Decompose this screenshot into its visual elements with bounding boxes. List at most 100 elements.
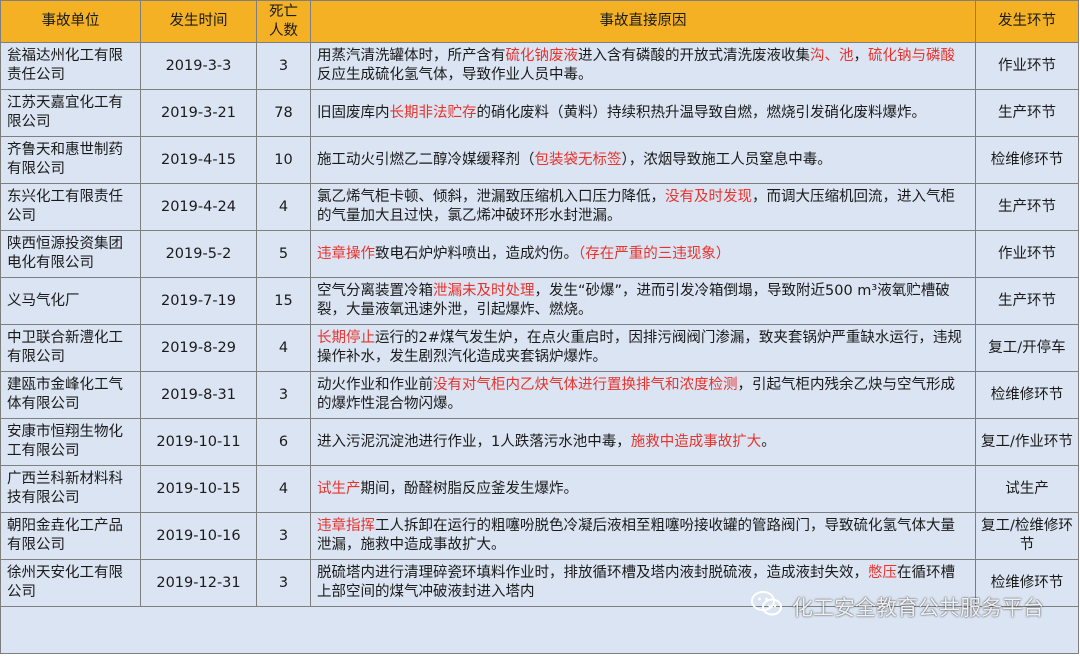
header-deaths-label: 死亡 人数: [269, 3, 298, 39]
cell-cause: 脱硫塔内进行清理碎瓷环填料作业时，排放循环槽及塔内液封脱硫液，造成液封失效，憋压…: [310, 559, 976, 607]
cell-deaths: 3: [256, 512, 311, 560]
cell-unit: 朝阳金垚化工产品有限公司: [0, 512, 141, 560]
cause-highlight: 硫化钠与磷酸: [868, 48, 955, 64]
cell-stage: 检维修环节: [975, 371, 1079, 419]
table-body: 瓮福达州化工有限责任公司 2019-3-3 3 用蒸汽清洗罐体时，所产含有硫化钠废液进…: [0, 42, 1079, 654]
table-row: 江苏天嘉宜化工有限公司 2019-3-21 78 旧固废库内长期非法贮存的硝化废料（黄…: [0, 89, 1079, 137]
cause-highlight: 长期非法贮存: [389, 104, 477, 121]
cell-cause: 违章指挥工人拆卸在运行的粗噻吩脱色冷凝后液相至粗噻吩接收罐的管路阀门，导致硫化氢…: [310, 512, 976, 560]
table-row: 瓮福达州化工有限责任公司 2019-3-3 3 用蒸汽清洗罐体时，所产含有硫化钠废液进…: [0, 42, 1079, 90]
cell-stage: 复工/作业环节: [975, 418, 1079, 466]
cause-text: 的硝化废料（黄料）持续积热升温导致自燃，燃烧引发硝化废料爆炸。: [476, 104, 927, 121]
page: 事故单位 发生时间 死亡 人数 事故直接原因 发生环节 瓮福达州化工有限责任公司…: [0, 0, 1080, 658]
table-header: 事故单位 发生时间 死亡 人数 事故直接原因 发生环节: [0, 0, 1079, 43]
cause-text: 空气分离装置冷箱: [317, 283, 433, 299]
cell-date: 2019-3-21: [140, 89, 257, 137]
cell-cause: 用蒸汽清洗罐体时，所产含有硫化钠废液进入含有磷酸的开放式清洗废液收集沟、池，硫化…: [310, 42, 976, 90]
cell-unit: 江苏天嘉宜化工有限公司: [0, 89, 141, 137]
cell-cause: 旧固废库内长期非法贮存的硝化废料（黄料）持续积热升温导致自燃，燃烧引发硝化废料爆…: [310, 89, 976, 137]
cell-unit: 义马气化厂: [0, 277, 141, 325]
cell-cause: 长期停止运行的2#煤气发生炉，在点火重启时，因排污阀阀门渗漏，致夹套锅炉严重缺水…: [310, 324, 976, 372]
cause-text: ，: [853, 48, 869, 64]
cell-cause: 试生产期间，酚醛树脂反应釜发生爆炸。: [310, 465, 976, 513]
cell-date: 2019-10-11: [140, 418, 257, 466]
cause-text: 工人拆卸在运行的粗噻吩脱色冷凝后液相至粗噻吩接收罐的管路阀门，导致硫化氢气体大量…: [317, 518, 955, 553]
cause-text: 用蒸汽清洗罐体时，所产含有: [317, 48, 506, 64]
cause-text: 动火作业和作业前: [317, 377, 433, 393]
cell-unit: 东兴化工有限责任公司: [0, 183, 141, 231]
cell-stage: 复工/开停车: [975, 324, 1079, 372]
cell-deaths: 15: [256, 277, 311, 325]
table-row: 义马气化厂 2019-7-19 15 空气分离装置冷箱泄漏未及时处理，发生“砂爆”，进…: [0, 277, 1079, 325]
cause-text: 脱硫塔内进行清理碎瓷环填料作业时，排放循环槽及塔内液封脱硫液，造成液封失效，: [317, 565, 868, 581]
cell-stage: 生产环节: [975, 89, 1079, 137]
header-unit: 事故单位: [0, 0, 141, 43]
cell-date: 2019-7-19: [140, 277, 257, 325]
cause-text: 氯乙烯气柜卡顿、倾斜，泄漏致压缩机入口压力降低，: [317, 189, 665, 205]
cell-deaths: 3: [256, 371, 311, 419]
cause-text: 旧固废库内: [317, 104, 390, 121]
cause-highlight: 泄漏未及时处理: [433, 283, 535, 299]
cell-unit: 中卫联合新澧化工有限公司: [0, 324, 141, 372]
cell-stage: 检维修环节: [975, 559, 1079, 607]
cause-highlight: 硫化钠废液: [505, 48, 579, 64]
empty-row: [0, 606, 1079, 654]
cause-text: 进入含有磷酸的开放式清洗废液收集: [578, 48, 810, 64]
cell-deaths: 3: [256, 559, 311, 607]
cell-cause: 空气分离装置冷箱泄漏未及时处理，发生“砂爆”，进而引发冷箱倒塌，导致附近500 …: [310, 277, 976, 325]
cause-highlight: 违章操作: [317, 245, 375, 262]
cell-deaths: 3: [256, 42, 311, 90]
cell-stage: 作业环节: [975, 42, 1079, 90]
cause-text: 进入污泥沉淀池进行作业，1人跌落污水池中毒，: [317, 433, 631, 450]
cause-highlight: 长期停止: [317, 330, 375, 346]
header-deaths: 死亡 人数: [256, 0, 311, 43]
cell-unit: 安康市恒翔生物化工有限公司: [0, 418, 141, 466]
cell-stage: 检维修环节: [975, 136, 1079, 184]
cell-stage: 生产环节: [975, 183, 1079, 231]
cause-highlight: （存在严重的三违现象）: [578, 245, 731, 262]
cause-text: 施工动火引燃乙二醇冷媒缓释剂（: [317, 151, 535, 168]
cell-deaths: 10: [256, 136, 311, 184]
cause-text: ），浓烟导致施工人员窒息中毒。: [621, 151, 832, 168]
cell-date: 2019-4-24: [140, 183, 257, 231]
cause-text: 致电石炉炉料喷出，造成灼伤。: [375, 245, 578, 262]
cause-highlight: 沟、池: [810, 48, 854, 64]
cell-deaths: 4: [256, 465, 311, 513]
cell-cause: 违章操作致电石炉炉料喷出，造成灼伤。（存在严重的三违现象）: [310, 230, 976, 278]
cell-date: 2019-4-15: [140, 136, 257, 184]
cell-unit: 齐鲁天和惠世制药有限公司: [0, 136, 141, 184]
table-row: 徐州天安化工有限公司 2019-12-31 3 脱硫塔内进行清理碎瓷环填料作业时，排放…: [0, 559, 1079, 607]
cell-unit: 徐州天安化工有限公司: [0, 559, 141, 607]
cause-highlight: 施救中造成事故扩大: [630, 433, 762, 450]
cause-text: 期间，酚醛树脂反应釜发生爆炸。: [360, 480, 579, 497]
cause-highlight: 没有及时发现: [665, 189, 752, 205]
cell-cause: 施工动火引燃乙二醇冷媒缓释剂（包装袋无标签），浓烟导致施工人员窒息中毒。: [310, 136, 976, 184]
cell-date: 2019-8-31: [140, 371, 257, 419]
table-row: 东兴化工有限责任公司 2019-4-24 4 氯乙烯气柜卡顿、倾斜，泄漏致压缩机入口压…: [0, 183, 1079, 231]
table-row: 建瓯市金峰化工气体有限公司 2019-8-31 3 动火作业和作业前没有对气柜内乙炔气…: [0, 371, 1079, 419]
cell-stage: 复工/检维修环节: [975, 512, 1079, 560]
cell-date: 2019-10-16: [140, 512, 257, 560]
header-row: 事故单位 发生时间 死亡 人数 事故直接原因 发生环节: [0, 0, 1079, 43]
header-date: 发生时间: [140, 0, 257, 43]
cause-highlight: 试生产: [317, 480, 361, 497]
cell-deaths: 5: [256, 230, 311, 278]
cell-deaths: 4: [256, 324, 311, 372]
cell-date: 2019-10-15: [140, 465, 257, 513]
cause-text: 反应生成硫化氢气体，导致作业人员中毒。: [317, 67, 593, 83]
cell-date: 2019-12-31: [140, 559, 257, 607]
cell-unit: 瓮福达州化工有限责任公司: [0, 42, 141, 90]
accident-table: 事故单位 发生时间 死亡 人数 事故直接原因 发生环节 瓮福达州化工有限责任公司…: [0, 0, 1079, 654]
table-row: 齐鲁天和惠世制药有限公司 2019-4-15 10 施工动火引燃乙二醇冷媒缓释剂（包装…: [0, 136, 1079, 184]
cell-stage: 生产环节: [975, 277, 1079, 325]
cause-highlight: 违章指挥: [317, 518, 375, 534]
header-cause: 事故直接原因: [310, 0, 976, 43]
cell-stage: 作业环节: [975, 230, 1079, 278]
cell-unit: 建瓯市金峰化工气体有限公司: [0, 371, 141, 419]
cell-cause: 动火作业和作业前没有对气柜内乙炔气体进行置换排气和浓度检测，引起气柜内残余乙炔与…: [310, 371, 976, 419]
table-row: 广西兰科新材料科技有限公司 2019-10-15 4 试生产期间，酚醛树脂反应釜发生爆…: [0, 465, 1079, 513]
cause-highlight: 憋压: [868, 565, 897, 581]
cell-deaths: 6: [256, 418, 311, 466]
cell-unit: 陕西恒源投资集团电化有限公司: [0, 230, 141, 278]
cell-date: 2019-5-2: [140, 230, 257, 278]
